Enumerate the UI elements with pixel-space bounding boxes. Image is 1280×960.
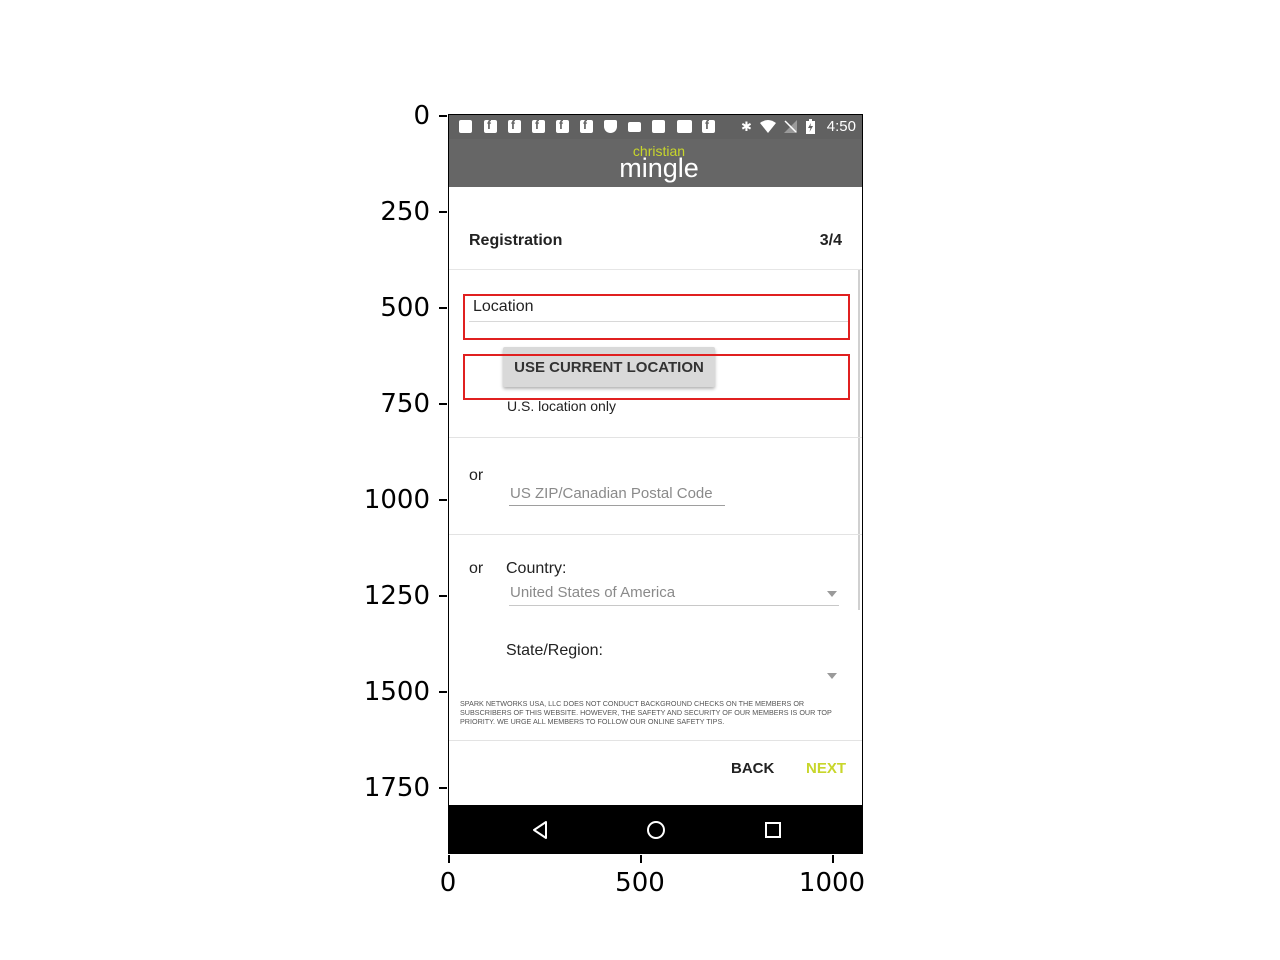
x-tick-label: 500 bbox=[615, 868, 665, 898]
zip-code-input[interactable] bbox=[509, 481, 725, 506]
location-field-label: Location bbox=[473, 298, 534, 315]
shield-icon bbox=[604, 120, 617, 133]
y-tick-label: 1500 bbox=[363, 677, 430, 707]
wifi-icon bbox=[760, 120, 776, 133]
next-button[interactable]: NEXT bbox=[806, 760, 846, 777]
news-icon bbox=[677, 120, 692, 133]
facebook-icon bbox=[484, 118, 497, 133]
y-tick-label: 1250 bbox=[363, 581, 430, 611]
y-tick bbox=[439, 787, 447, 789]
y-tick bbox=[439, 403, 447, 405]
safety-disclaimer: SPARK NETWORKS USA, LLC DOES NOT CONDUCT… bbox=[460, 699, 832, 726]
or-label: or bbox=[469, 560, 484, 577]
signal-off-icon bbox=[784, 120, 797, 133]
country-dropdown[interactable]: United States of America bbox=[509, 583, 839, 606]
y-tick bbox=[439, 307, 447, 309]
facebook-icon bbox=[702, 118, 715, 133]
status-bar: ✱ 4:50 bbox=[449, 115, 862, 139]
state-region-dropdown[interactable] bbox=[509, 665, 839, 687]
or-label: or bbox=[469, 467, 484, 484]
y-tick-label: 250 bbox=[380, 197, 430, 227]
facebook-icon bbox=[508, 118, 521, 133]
back-triangle-icon[interactable] bbox=[527, 817, 553, 843]
battery-charging-icon bbox=[806, 119, 815, 134]
android-navigation-bar bbox=[449, 805, 862, 853]
home-circle-icon[interactable] bbox=[643, 817, 669, 843]
recents-square-icon[interactable] bbox=[760, 817, 786, 843]
chevron-down-icon bbox=[827, 591, 837, 597]
y-tick bbox=[439, 115, 447, 117]
divider bbox=[449, 437, 862, 438]
use-current-location-button[interactable]: USE CURRENT LOCATION bbox=[503, 347, 715, 387]
phone-screen: ✱ 4:50 christian mingle Registration 3/4… bbox=[448, 114, 863, 854]
state-region-label: State/Region: bbox=[506, 642, 603, 659]
location-field-underline bbox=[469, 321, 849, 322]
bluetooth-icon: ✱ bbox=[741, 119, 752, 134]
logo-mingle-text: mingle bbox=[619, 153, 699, 183]
back-button[interactable]: BACK bbox=[731, 760, 774, 777]
divider bbox=[449, 740, 862, 741]
step-indicator: 3/4 bbox=[819, 232, 842, 249]
x-tick bbox=[448, 855, 450, 863]
us-location-note: U.S. location only bbox=[507, 398, 616, 414]
y-tick bbox=[439, 595, 447, 597]
bag-icon bbox=[652, 120, 665, 133]
registration-header: Registration 3/4 bbox=[449, 187, 862, 270]
card-icon bbox=[628, 122, 641, 132]
y-tick bbox=[439, 691, 447, 693]
y-tick-label: 0 bbox=[413, 101, 430, 131]
x-tick bbox=[832, 855, 834, 863]
facebook-icon bbox=[532, 118, 545, 133]
page-title: Registration bbox=[469, 232, 563, 249]
chevron-down-icon bbox=[827, 673, 837, 679]
x-tick-label: 0 bbox=[439, 868, 457, 898]
facebook-icon bbox=[556, 118, 569, 133]
y-tick-label: 1750 bbox=[363, 773, 430, 803]
y-tick bbox=[439, 211, 447, 213]
scrollbar[interactable] bbox=[858, 270, 860, 610]
christian-mingle-logo: christian mingle bbox=[614, 144, 704, 183]
x-tick-label: 1000 bbox=[798, 868, 866, 898]
country-selected-value: United States of America bbox=[510, 584, 676, 601]
x-tick bbox=[640, 855, 642, 863]
y-tick-label: 750 bbox=[380, 389, 430, 419]
country-label: Country: bbox=[506, 560, 567, 577]
divider bbox=[449, 534, 862, 535]
app-bar: christian mingle bbox=[449, 139, 862, 187]
facebook-icon bbox=[580, 118, 593, 133]
y-tick-label: 1000 bbox=[363, 485, 430, 515]
message-icon bbox=[459, 120, 472, 133]
y-tick-label: 500 bbox=[380, 293, 430, 323]
y-tick bbox=[439, 499, 447, 501]
status-time: 4:50 bbox=[826, 118, 856, 135]
